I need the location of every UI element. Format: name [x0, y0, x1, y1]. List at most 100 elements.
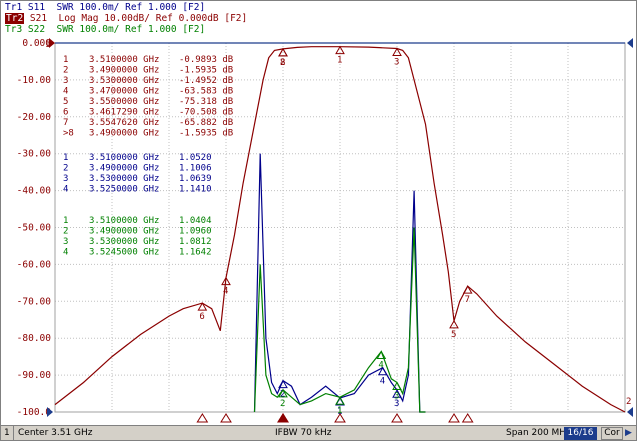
- readout-s21-frequency: 3.4700000 GHz: [89, 87, 159, 97]
- readout-s21-value: -1.5935 dB: [179, 66, 233, 76]
- marker-label-s22-2: 2: [280, 399, 285, 409]
- readout-s11-value: 1.1006: [179, 164, 212, 174]
- readout-s11-number: 3: [63, 174, 68, 184]
- readout-s22-value: 1.0812: [179, 237, 212, 247]
- readout-s21-frequency: 3.5300000 GHz: [89, 76, 159, 86]
- readout-s11-frequency: 3.5100000 GHz: [89, 153, 159, 163]
- readout-s21-number: >8: [63, 129, 74, 139]
- readout-s21-number: 3: [63, 76, 68, 86]
- y-tick-label: -90.00: [17, 370, 52, 381]
- correction-indicator[interactable]: Cor: [601, 427, 623, 440]
- readout-s21-frequency: 3.4900000 GHz: [89, 129, 159, 139]
- plot-area[interactable]: 0.000-10.00-20.00-30.00-40.00-50.00-60.0…: [1, 1, 636, 425]
- span-setting[interactable]: Span 200 MHz: [506, 426, 571, 440]
- trace-1-settings: S11 SWR 100.0m/ Ref 1.000 [F2]: [22, 2, 206, 13]
- marker-label-s22-4: 4: [378, 360, 383, 370]
- y-tick-label: -40.00: [17, 186, 52, 197]
- y-tick-label: -80.00: [17, 333, 52, 344]
- ref-arrow-right-icon[interactable]: [627, 38, 633, 48]
- readout-s21-value: -70.508 dB: [179, 108, 233, 118]
- y-tick-label: -20.00: [17, 112, 52, 123]
- readout-s22-number: 1: [63, 216, 68, 226]
- readout-s21-value: -63.583 dB: [179, 87, 233, 97]
- marker-label-s21-7: 7: [465, 295, 470, 305]
- readout-s21-number: 7: [63, 118, 68, 128]
- readout-s21-number: 1: [63, 55, 68, 65]
- status-divider: [13, 426, 14, 440]
- marker-s21-5[interactable]: [449, 319, 459, 329]
- readout-s21-number: 2: [63, 66, 68, 76]
- y-tick-label: -30.00: [17, 149, 52, 160]
- bottom-arrow-right-icon[interactable]: [627, 407, 633, 417]
- readout-s22-frequency: 3.5245000 GHz: [89, 248, 159, 258]
- readout-s21-frequency: 3.5100000 GHz: [89, 55, 159, 65]
- readout-s22-value: 1.0960: [179, 227, 212, 237]
- center-frequency[interactable]: Center 3.51 GHz: [18, 426, 93, 440]
- channel-number[interactable]: 1: [4, 426, 10, 440]
- status-bar: 1 Center 3.51 GHz IFBW 70 kHz Span 200 M…: [1, 425, 636, 440]
- marker-label-s21-5: 5: [451, 330, 456, 340]
- readout-s22-number: 3: [63, 237, 68, 247]
- readout-s21-number: 6: [63, 108, 68, 118]
- readout-s21-value: -1.5935 dB: [179, 129, 233, 139]
- readout-s11-value: 1.0639: [179, 174, 212, 184]
- readout-s11-number: 4: [63, 185, 68, 195]
- bottom-marker-indicator[interactable]: [448, 413, 460, 423]
- readout-s22-number: 4: [63, 248, 68, 258]
- y-tick-label: -50.00: [17, 223, 52, 234]
- marker-label-s21-8: 8: [280, 58, 285, 68]
- marker-label-s22-3: 3: [394, 391, 399, 401]
- readout-s11-frequency: 3.5250000 GHz: [89, 185, 159, 195]
- y-tick-label: -100.0: [17, 407, 52, 418]
- ifbw-setting[interactable]: IFBW 70 kHz: [275, 426, 331, 440]
- readout-s22-frequency: 3.5100000 GHz: [89, 216, 159, 226]
- readout-s21-value: -75.318 dB: [179, 97, 233, 107]
- bottom-marker-indicator[interactable]: [461, 413, 474, 423]
- readout-s11-number: 2: [63, 164, 68, 174]
- trace-3-tag: Tr3: [5, 24, 23, 35]
- readout-s21-frequency: 3.5547620 GHz: [89, 118, 159, 128]
- trace-2-tag: Tr2: [5, 13, 25, 24]
- y-tick-label: -60.00: [17, 259, 52, 270]
- readout-s11-value: 1.1410: [179, 185, 212, 195]
- readout-s21-frequency: 3.5500000 GHz: [89, 97, 159, 107]
- trace-2-label[interactable]: Tr2 S21 Log Mag 10.00dB/ Ref 0.000dB [F2…: [5, 13, 247, 24]
- readout-s21-number: 4: [63, 87, 68, 97]
- readout-s21-number: 5: [63, 97, 68, 107]
- y-tick-label: -70.00: [17, 296, 52, 307]
- trace-1-label[interactable]: Tr1 S11 SWR 100.0m/ Ref 1.000 [F2]: [5, 2, 205, 13]
- readout-s21-value: -1.4952 dB: [179, 76, 233, 86]
- readout-s21-value: -65.882 dB: [179, 118, 233, 128]
- trace-1-tag: Tr1: [5, 2, 23, 13]
- right-ref-label: 2: [626, 397, 631, 407]
- readout-s11-frequency: 3.5300000 GHz: [89, 174, 159, 184]
- marker-label-s11-4: 4: [380, 377, 385, 387]
- ref-label: 1: [45, 40, 50, 50]
- readout-s22-frequency: 3.5300000 GHz: [89, 237, 159, 247]
- marker-label-s21-3: 3: [394, 58, 399, 68]
- y-tick-label: -10.00: [17, 75, 52, 86]
- bottom-marker-indicator[interactable]: [196, 413, 209, 423]
- readout-s11-number: 1: [63, 153, 68, 163]
- readout-s22-number: 2: [63, 227, 68, 237]
- trace-3-label[interactable]: Tr3 S22 SWR 100.0m/ Ref 1.000 [F2]: [5, 24, 205, 35]
- marker-label-s21-4: 4: [223, 287, 228, 297]
- bottom-marker-indicator[interactable]: [220, 413, 232, 423]
- readout-s21-frequency: 3.4617290 GHz: [89, 108, 159, 118]
- readout-s22-value: 1.1642: [179, 248, 212, 258]
- readout-s21-frequency: 3.4900000 GHz: [89, 66, 159, 76]
- readout-s21-value: -0.9893 dB: [179, 55, 233, 65]
- averaging-counter[interactable]: 16/16: [564, 427, 597, 440]
- trace-2-settings: S21 Log Mag 10.00dB/ Ref 0.000dB [F2]: [24, 13, 248, 24]
- bottom-marker-indicator[interactable]: [391, 413, 403, 423]
- readout-s11-frequency: 3.4900000 GHz: [89, 164, 159, 174]
- readout-s11-value: 1.0520: [179, 153, 212, 163]
- bottom-marker-indicator[interactable]: [277, 413, 289, 423]
- vna-window: 0.000 -10.00 -20.00 -30.00 -40.00 -50.00 -60.0…: [0, 0, 637, 441]
- status-arrow-icon[interactable]: ▶: [625, 426, 632, 440]
- readout-s22-frequency: 3.4900000 GHz: [89, 227, 159, 237]
- trace-3-settings: S22 SWR 100.0m/ Ref 1.000 [F2]: [22, 24, 206, 35]
- marker-label-s21-1: 1: [337, 56, 342, 66]
- marker-label-s21-6: 6: [199, 312, 204, 322]
- readout-s22-value: 1.0404: [179, 216, 212, 226]
